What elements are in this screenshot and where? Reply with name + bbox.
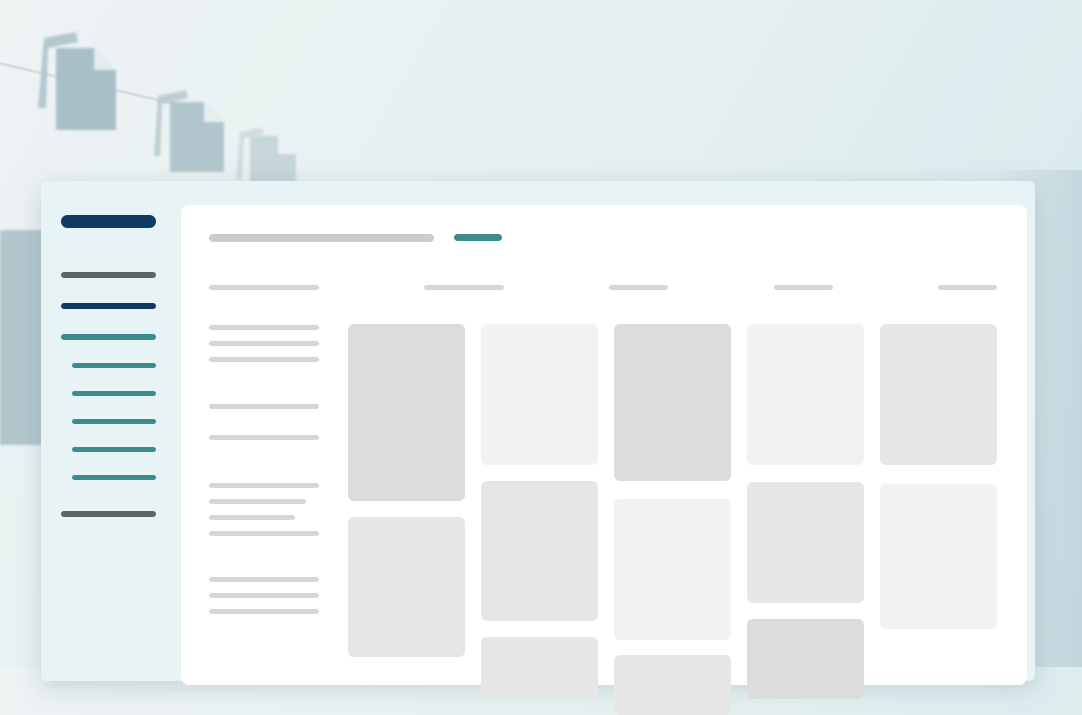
board-card[interactable] <box>481 637 598 697</box>
row-label-placeholder <box>209 577 319 582</box>
board-card[interactable] <box>880 324 997 465</box>
column-header-placeholder <box>209 285 319 290</box>
row-label-placeholder <box>209 609 319 614</box>
row-label-placeholder <box>209 593 319 598</box>
row-label-placeholder <box>209 515 295 520</box>
board-card[interactable] <box>481 481 598 621</box>
row-label-placeholder <box>209 435 319 440</box>
row-label-placeholder <box>209 483 319 488</box>
board-card[interactable] <box>348 324 465 501</box>
document-stack-icon <box>236 128 296 184</box>
board-card[interactable] <box>614 499 731 640</box>
sidebar-subitem[interactable] <box>72 363 156 368</box>
app-window <box>41 181 1035 715</box>
row-label-placeholder <box>209 499 306 504</box>
row-label-placeholder <box>209 531 319 536</box>
column-header-placeholder <box>774 285 833 290</box>
sidebar-subitem[interactable] <box>72 419 156 424</box>
sidebar-subitem[interactable] <box>72 391 156 396</box>
row-label-placeholder <box>209 404 319 409</box>
board-card[interactable] <box>614 655 731 715</box>
page-title-placeholder <box>209 234 434 242</box>
sidebar-item-active[interactable] <box>61 334 156 340</box>
row-label-placeholder <box>209 341 319 346</box>
board-card[interactable] <box>747 482 864 603</box>
sidebar-subitem[interactable] <box>72 475 156 480</box>
main-content <box>181 205 1027 715</box>
board-card[interactable] <box>880 484 997 629</box>
sidebar <box>61 181 181 681</box>
column-header-placeholder <box>609 285 668 290</box>
document-stack-icon <box>38 32 116 130</box>
status-tag-placeholder[interactable] <box>454 234 502 241</box>
row-label-placeholder <box>209 357 319 362</box>
sidebar-item[interactable] <box>61 272 156 278</box>
column-header-placeholder <box>424 285 504 290</box>
sidebar-item[interactable] <box>61 303 156 309</box>
board-card[interactable] <box>481 324 598 465</box>
column-header-placeholder <box>938 285 997 290</box>
sidebar-item[interactable] <box>61 511 156 517</box>
board-card[interactable] <box>348 517 465 657</box>
board-card[interactable] <box>614 324 731 481</box>
board-card[interactable] <box>747 619 864 699</box>
sidebar-subitem[interactable] <box>72 447 156 452</box>
document-stack-icon <box>154 90 224 172</box>
logo-placeholder <box>61 215 156 228</box>
row-label-placeholder <box>209 325 319 330</box>
board-card[interactable] <box>747 324 864 465</box>
